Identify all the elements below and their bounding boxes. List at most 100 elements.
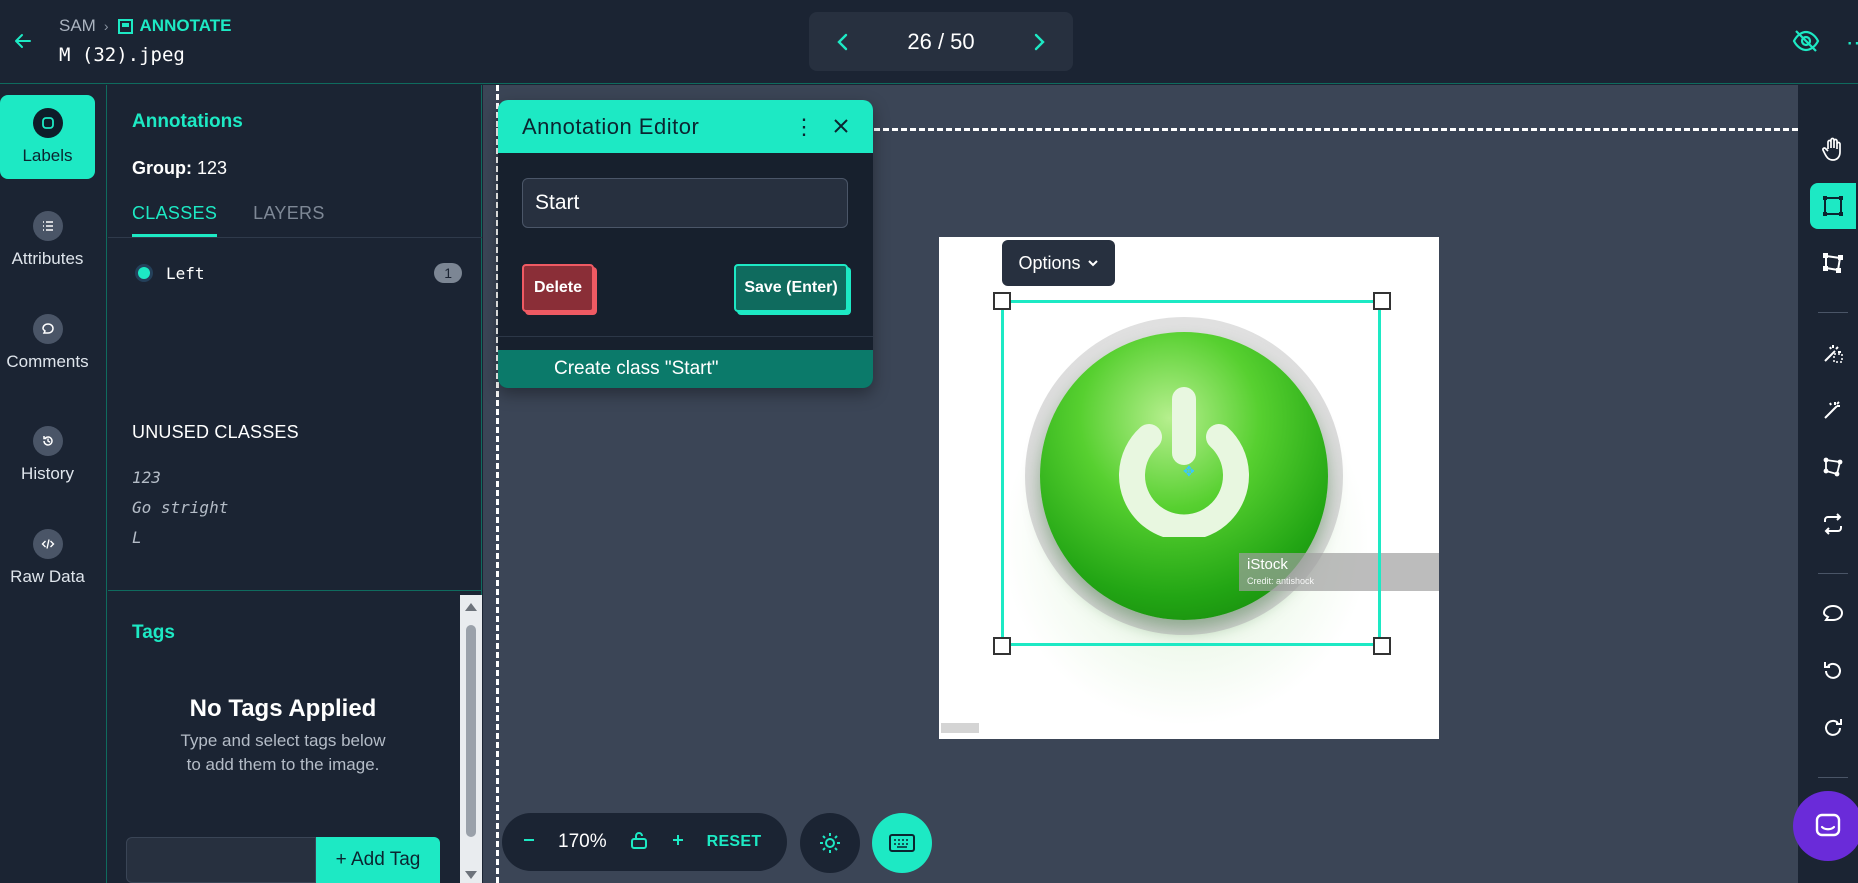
group-value: 123 bbox=[197, 158, 228, 178]
tags-title: Tags bbox=[132, 622, 175, 643]
unused-class-item[interactable]: Go stright bbox=[132, 493, 228, 523]
group-info: Group: 123 bbox=[132, 158, 227, 179]
rail-item-label: Attributes bbox=[11, 249, 84, 268]
create-class-option[interactable]: Create class "Start" bbox=[498, 350, 873, 388]
zoom-out-icon[interactable] bbox=[522, 833, 536, 852]
back-arrow-icon[interactable] bbox=[10, 28, 36, 54]
panel-title: Annotations bbox=[132, 111, 243, 132]
keyboard-shortcuts-button[interactable] bbox=[872, 813, 932, 873]
annotate-icon bbox=[117, 18, 133, 34]
delete-button[interactable]: Delete bbox=[522, 264, 594, 312]
chevron-right-icon: › bbox=[103, 18, 109, 34]
group-label: Group: bbox=[132, 158, 192, 178]
no-tags-hint-line: Type and select tags below bbox=[180, 731, 386, 750]
rail-item-comments[interactable]: Comments bbox=[0, 301, 95, 385]
toolbar-divider bbox=[1818, 573, 1848, 574]
unused-class-item[interactable]: 123 bbox=[132, 463, 228, 493]
kebab-menu-icon[interactable]: ⋮ bbox=[793, 114, 815, 140]
pan-hand-icon[interactable] bbox=[1810, 126, 1856, 172]
no-tags-title: No Tags Applied bbox=[189, 695, 377, 722]
file-name: M (32).jpeg bbox=[59, 44, 185, 66]
scrollbar-thumb[interactable] bbox=[466, 625, 476, 837]
brightness-button[interactable] bbox=[800, 813, 860, 873]
editor-divider bbox=[498, 336, 873, 337]
scroll-up-icon[interactable] bbox=[465, 603, 477, 611]
breadcrumb-current-label: ANNOTATE bbox=[139, 16, 232, 35]
rotated-box-tool-icon[interactable] bbox=[1810, 240, 1856, 286]
rail-item-raw-data[interactable]: Raw Data bbox=[0, 516, 95, 600]
empty-tags-state: No Tags Applied Type and select tags bel… bbox=[108, 695, 458, 777]
tag-input[interactable] bbox=[126, 837, 316, 883]
unused-classes-title: UNUSED CLASSES bbox=[132, 422, 299, 442]
scroll-down-icon[interactable] bbox=[465, 871, 477, 879]
left-icon-rail: Labels Attributes Comments History Raw D… bbox=[0, 85, 107, 883]
editor-header: Annotation Editor ⋮ bbox=[498, 100, 873, 153]
rail-item-attributes[interactable]: Attributes bbox=[0, 198, 95, 282]
image-corner-mark bbox=[941, 723, 979, 733]
class-name: Left bbox=[166, 263, 205, 283]
support-chat-launcher[interactable] bbox=[1793, 791, 1858, 861]
resize-handle-bottom-right[interactable] bbox=[1373, 637, 1391, 655]
class-color-dot bbox=[138, 267, 150, 279]
resize-handle-top-left[interactable] bbox=[993, 292, 1011, 310]
eye-off-icon[interactable] bbox=[1792, 28, 1820, 54]
magic-wand-icon[interactable] bbox=[1810, 387, 1856, 433]
options-dropdown[interactable]: Options bbox=[1002, 240, 1115, 286]
panel-divider bbox=[108, 590, 482, 591]
list-icon bbox=[32, 211, 63, 241]
no-tags-hint-line: to add them to the image. bbox=[186, 755, 380, 774]
rail-item-label: Comments bbox=[6, 352, 89, 371]
rail-item-label: History bbox=[21, 464, 74, 483]
zoom-controls: 170% RESET bbox=[502, 813, 787, 871]
tab-layers[interactable]: LAYERS bbox=[253, 203, 325, 237]
unused-classes-list: 123 Go stright L bbox=[132, 463, 228, 553]
tab-classes[interactable]: CLASSES bbox=[132, 203, 218, 237]
class-count-badge: 1 bbox=[434, 263, 462, 283]
page-counter: 26 / 50 bbox=[907, 28, 975, 54]
class-name-input[interactable] bbox=[522, 178, 848, 228]
rail-item-label: Labels bbox=[22, 146, 73, 165]
undo-icon[interactable] bbox=[1810, 648, 1856, 694]
annotation-editor: Annotation Editor ⋮ Delete Save (Enter) … bbox=[498, 100, 873, 388]
tags-scrollbar[interactable] bbox=[460, 595, 482, 883]
sun-icon bbox=[820, 833, 840, 853]
repeat-icon[interactable] bbox=[1810, 501, 1856, 547]
editor-title: Annotation Editor bbox=[522, 113, 700, 139]
bounding-box-tool-icon[interactable] bbox=[1810, 183, 1856, 229]
comment-icon bbox=[32, 314, 63, 344]
polygon-tool-icon[interactable] bbox=[1810, 444, 1856, 490]
previous-image-icon[interactable] bbox=[831, 30, 855, 54]
annotations-panel: Annotations Group: 123 CLASSES LAYERS Le… bbox=[108, 85, 482, 883]
rail-item-label: Raw Data bbox=[10, 567, 85, 586]
tabs-divider bbox=[108, 237, 482, 238]
more-options-icon[interactable]: ⋯ bbox=[1846, 30, 1858, 56]
no-tags-hint: Type and select tags below to add them t… bbox=[108, 729, 458, 777]
smart-select-icon[interactable] bbox=[1810, 330, 1856, 376]
options-label: Options bbox=[1018, 252, 1081, 273]
crosshair-icon: ✥ bbox=[1183, 463, 1195, 479]
add-tag-button[interactable]: + Add Tag bbox=[316, 837, 440, 883]
tag-icon bbox=[32, 108, 63, 138]
close-icon[interactable] bbox=[833, 114, 849, 140]
redo-icon[interactable] bbox=[1810, 705, 1856, 751]
comment-tool-icon[interactable] bbox=[1810, 591, 1856, 637]
rail-item-labels[interactable]: Labels bbox=[0, 95, 95, 179]
breadcrumb-current: ANNOTATE bbox=[117, 16, 232, 36]
resize-handle-top-right[interactable] bbox=[1373, 292, 1391, 310]
breadcrumb-root[interactable]: SAM bbox=[59, 16, 96, 36]
chevron-down-icon bbox=[1087, 260, 1098, 267]
reset-zoom-button[interactable]: RESET bbox=[707, 833, 762, 851]
zoom-in-icon[interactable] bbox=[671, 833, 685, 852]
toolbar-divider bbox=[1818, 777, 1848, 778]
zoom-level: 170% bbox=[558, 831, 607, 852]
panel-tabs: CLASSES LAYERS bbox=[132, 203, 325, 237]
chat-icon bbox=[1815, 813, 1841, 837]
lock-icon[interactable] bbox=[629, 830, 649, 855]
resize-handle-bottom-left[interactable] bbox=[993, 637, 1011, 655]
save-button[interactable]: Save (Enter) bbox=[734, 264, 848, 312]
next-image-icon[interactable] bbox=[1027, 30, 1051, 54]
top-bar: SAM › ANNOTATE M (32).jpeg 26 / 50 ⋯ bbox=[0, 0, 1858, 84]
rail-item-history[interactable]: History bbox=[0, 413, 95, 497]
unused-class-item[interactable]: L bbox=[132, 523, 228, 553]
class-row[interactable]: Left 1 bbox=[138, 261, 462, 285]
